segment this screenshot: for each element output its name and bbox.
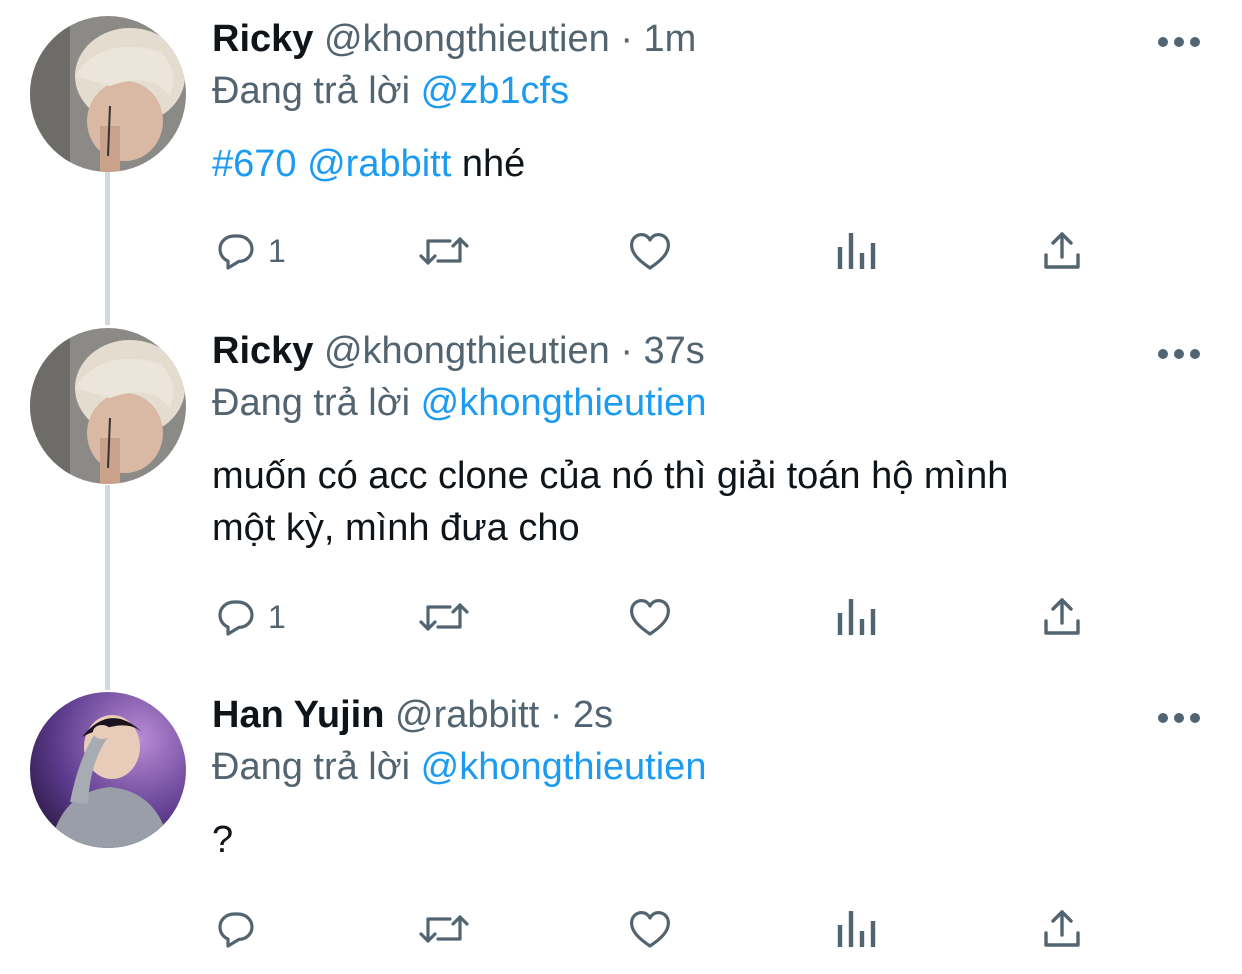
replying-to: Đang trả lời @khongthieutien	[212, 740, 706, 794]
reply-icon	[218, 234, 254, 270]
mention-link[interactable]: @rabbitt	[307, 143, 451, 185]
separator: ·	[549, 694, 563, 736]
replying-to: Đang trả lời @zb1cfs	[212, 64, 569, 118]
reply-button[interactable]: 1	[212, 592, 286, 642]
share-icon	[1044, 910, 1080, 947]
like-button[interactable]	[626, 904, 674, 954]
like-button[interactable]	[626, 592, 674, 642]
timestamp[interactable]: 37s	[644, 330, 705, 372]
reply-count: 1	[268, 598, 286, 635]
tweet-actions: 1	[0, 592, 1242, 642]
analytics-icon	[837, 233, 876, 269]
display-name[interactable]: Ricky	[212, 330, 313, 372]
analytics-icon	[837, 599, 876, 635]
timestamp[interactable]: 1m	[644, 18, 697, 60]
timestamp[interactable]: 2s	[573, 694, 613, 736]
share-icon	[1044, 598, 1080, 635]
share-button[interactable]	[1038, 904, 1086, 954]
hashtag-link[interactable]: #670	[212, 143, 297, 185]
tweet-header: Han Yujin @rabbitt · 2s	[212, 688, 613, 742]
analytics-button[interactable]	[834, 592, 878, 642]
tweet-actions: 1	[0, 226, 1242, 276]
handle[interactable]: @rabbitt	[395, 694, 539, 736]
more-icon[interactable]	[1158, 36, 1200, 48]
reply-count: 1	[268, 232, 286, 269]
more-icon[interactable]	[1158, 348, 1200, 360]
reply-to-mention[interactable]: @khongthieutien	[421, 746, 707, 788]
reply-to-mention[interactable]: @zb1cfs	[421, 70, 569, 112]
retweet-button[interactable]	[416, 226, 472, 276]
avatar[interactable]	[30, 692, 186, 848]
separator: ·	[620, 330, 633, 372]
tweet-text-space	[297, 143, 308, 185]
more-icon[interactable]	[1158, 712, 1200, 724]
retweet-icon	[419, 603, 469, 631]
reply-button[interactable]	[212, 904, 268, 954]
retweet-button[interactable]	[416, 904, 472, 954]
reply-to-mention[interactable]: @khongthieutien	[421, 382, 707, 424]
analytics-button[interactable]	[834, 904, 878, 954]
tweet[interactable]: Ricky @khongthieutien · 1m Đang trả lời …	[0, 16, 1242, 316]
replying-to-label: Đang trả lời	[212, 70, 411, 112]
tweet-text-plain: nhé	[451, 143, 526, 185]
avatar[interactable]	[30, 328, 186, 484]
like-icon	[630, 911, 670, 948]
handle[interactable]: @khongthieutien	[324, 18, 610, 60]
like-icon	[630, 233, 670, 270]
tweet-header: Ricky @khongthieutien · 37s	[212, 324, 705, 378]
analytics-icon	[837, 911, 876, 947]
tweet-text: muốn có acc clone của nó thì giải toán h…	[212, 450, 1008, 554]
separator: ·	[620, 18, 633, 60]
handle[interactable]: @khongthieutien	[324, 330, 610, 372]
like-icon	[630, 599, 670, 636]
share-icon	[1044, 232, 1080, 269]
tweet-text: #670 @rabbitt nhé	[212, 138, 525, 190]
tweet-header: Ricky @khongthieutien · 1m	[212, 12, 696, 66]
replying-to-label: Đang trả lời	[212, 382, 411, 424]
reply-icon	[218, 600, 254, 636]
reply-button[interactable]: 1	[212, 226, 286, 276]
share-button[interactable]	[1038, 226, 1086, 276]
replying-to-label: Đang trả lời	[212, 746, 411, 788]
replying-to: Đang trả lời @khongthieutien	[212, 376, 706, 430]
tweet-text-line: muốn có acc clone của nó thì giải toán h…	[212, 455, 1009, 497]
retweet-button[interactable]	[416, 592, 472, 642]
tweet-text-line: một kỳ, mình đưa cho	[212, 507, 580, 549]
display-name[interactable]: Ricky	[212, 18, 313, 60]
share-button[interactable]	[1038, 592, 1086, 642]
retweet-icon	[419, 915, 469, 943]
analytics-button[interactable]	[834, 226, 878, 276]
reply-icon	[218, 912, 254, 948]
tweet-text: ?	[212, 819, 234, 861]
retweet-icon	[419, 237, 469, 265]
display-name[interactable]: Han Yujin	[212, 694, 384, 736]
tweet-actions	[0, 904, 1242, 954]
tweet[interactable]: Ricky @khongthieutien · 37s Đang trả lời…	[0, 328, 1242, 658]
like-button[interactable]	[626, 226, 674, 276]
avatar[interactable]	[30, 16, 186, 172]
tweet[interactable]: Han Yujin @rabbitt · 2s Đang trả lời @kh…	[0, 692, 1242, 974]
